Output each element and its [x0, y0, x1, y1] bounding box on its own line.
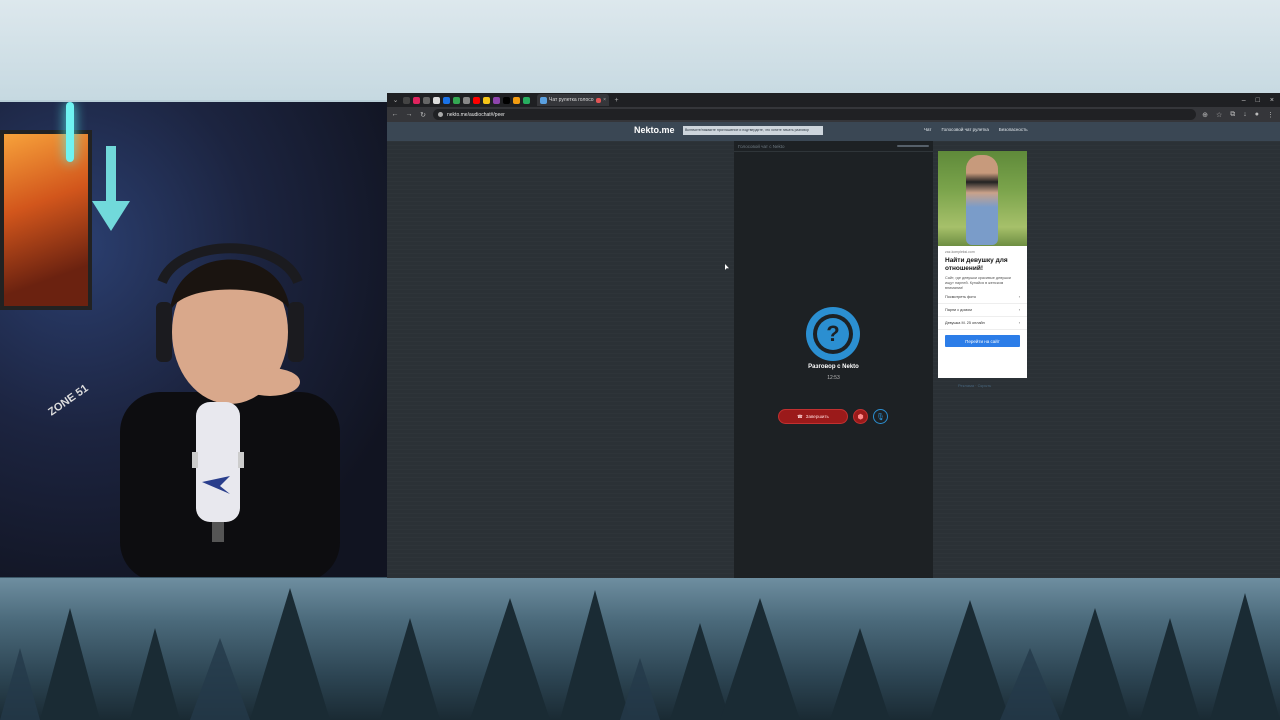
chevron-right-icon: › [1018, 295, 1020, 299]
chevron-right-icon: › [1018, 321, 1020, 325]
pinned-tab[interactable] [483, 96, 490, 104]
chat-header-title: Голосовой чат с Nekto [738, 143, 785, 149]
arrow-light [92, 146, 130, 231]
site-info-icon[interactable] [438, 112, 443, 117]
pinned-tab[interactable] [493, 96, 500, 104]
ad-banner[interactable]: zaz-kompleksi.com Найти девушку для отно… [938, 151, 1027, 378]
avatar-ring: ? [813, 314, 853, 354]
voice-chat-panel: Голосовой чат с Nekto ? Разговор с Nekto… [734, 141, 933, 578]
pinned-tab[interactable] [503, 96, 510, 104]
minimize-button[interactable]: – [1242, 97, 1246, 104]
ad-photo-figure [966, 155, 998, 245]
microphone-icon: 🎙 [876, 413, 885, 421]
nav-chat[interactable]: Чат [924, 127, 931, 132]
menu-icon[interactable]: ⋮ [1267, 111, 1274, 119]
site-nav: Чат Голосовой чат рулетка Безопасность [924, 127, 1280, 132]
ad-description: Сайт, где девушки красивые девушки ищут … [945, 276, 1011, 290]
ad-link-label: Девушка М. 25 онлайн [945, 321, 985, 325]
peer-avatar: ? [806, 307, 860, 361]
url-field[interactable]: nekto.me/audiochat#/peer [433, 109, 1197, 120]
nav-voice-roulette[interactable]: Голосовой чат рулетка [941, 127, 988, 132]
site-logo[interactable]: Nekto.me [634, 125, 675, 135]
ad-link[interactable]: Посмотреть фото › [938, 291, 1027, 304]
background-forest [0, 578, 1280, 720]
pinned-tab[interactable] [433, 96, 440, 104]
call-timer: 12:53 [827, 375, 840, 381]
back-icon[interactable]: ← [391, 111, 399, 118]
browser-window: ⌄ Чат рулетка голосовая... × + – □ × ← →… [387, 93, 1280, 578]
ad-title[interactable]: Найти девушку для отношений! [938, 254, 1027, 273]
end-call-button[interactable]: ☎ Завершить [778, 409, 848, 424]
ad-link[interactable]: Парни с домом › [938, 304, 1027, 317]
pinned-tab[interactable] [463, 96, 470, 104]
toolbar-icons: ⊕ ☆ ⧉ ↓ ● ⋮ [1202, 111, 1276, 119]
pinned-tab[interactable] [413, 96, 420, 104]
tab-list-icon[interactable]: ⌄ [391, 96, 400, 105]
extensions-icon[interactable]: ⧉ [1230, 111, 1235, 119]
header-notice: Включите/нажмите приглашение и подтверди… [683, 126, 823, 135]
ad-link[interactable]: Девушка М. 25 онлайн › [938, 317, 1027, 330]
site-header: Nekto.me Включите/нажмите приглашение и … [387, 122, 1280, 141]
recording-icon [596, 97, 602, 103]
pinned-tab[interactable] [403, 96, 410, 104]
chat-header: Голосовой чат с Nekto [734, 141, 933, 152]
ad-domain: zaz-kompleksi.com [945, 250, 975, 254]
hangup-icon: ☎ [797, 413, 803, 419]
report-button[interactable]: ⬢ [853, 409, 868, 424]
ad-link-label: Парни с домом [945, 308, 972, 312]
downloads-icon[interactable]: ↓ [1243, 111, 1247, 119]
pinned-tab[interactable] [443, 96, 450, 104]
profile-icon[interactable]: ● [1255, 111, 1259, 119]
address-bar: ← → ↻ nekto.me/audiochat#/peer ⊕ ☆ ⧉ ↓ ●… [387, 107, 1280, 122]
pinned-tab[interactable] [523, 96, 530, 104]
pinned-tab[interactable] [423, 96, 430, 104]
close-tab-icon[interactable]: × [603, 97, 606, 103]
reload-icon[interactable]: ↻ [419, 111, 427, 119]
chevron-right-icon: › [1018, 308, 1020, 312]
end-call-label: Завершить [805, 414, 829, 419]
led-strip [66, 102, 74, 162]
page-content: Голосовой чат с Nekto ? Разговор с Nekto… [387, 141, 1280, 578]
microphone [192, 402, 244, 542]
ad-link-label: Посмотреть фото [945, 295, 976, 299]
conversation-title: Разговор с Nekto [808, 364, 859, 370]
ad-footer-text[interactable]: Реклама · Скрыть [958, 383, 991, 388]
new-tab-icon[interactable]: + [612, 96, 621, 105]
forward-icon[interactable]: → [405, 111, 413, 118]
ad-image[interactable] [938, 151, 1027, 246]
question-icon: ? [817, 318, 849, 350]
maximize-button[interactable]: □ [1256, 97, 1260, 104]
fireplace-screen [0, 130, 92, 310]
chair-logo-text: ZONE 51 [46, 382, 91, 419]
bookmark-star-icon[interactable]: ☆ [1216, 111, 1222, 119]
pinned-tab[interactable] [453, 96, 460, 104]
tab-title: Чат рулетка голосовая... [549, 97, 594, 103]
ad-cta-button[interactable]: Перейти на сайт [945, 335, 1020, 347]
tab-bar: ⌄ Чат рулетка голосовая... × + – □ × [387, 93, 1280, 107]
nav-safety[interactable]: Безопасность [999, 127, 1028, 132]
mute-mic-button[interactable]: 🎙 [873, 409, 888, 424]
pinned-tab[interactable] [513, 96, 520, 104]
webcam-overlay: ZONE 51 [0, 102, 388, 577]
install-icon[interactable]: ⊕ [1202, 111, 1208, 119]
background-sky [0, 0, 1280, 100]
tab-active[interactable]: Чат рулетка голосовая... × [537, 94, 609, 106]
shield-icon: ⬢ [857, 413, 864, 421]
volume-slider[interactable] [897, 145, 929, 147]
pinned-tab[interactable] [473, 96, 480, 104]
url-text: nekto.me/audiochat#/peer [447, 111, 505, 118]
close-window-button[interactable]: × [1270, 97, 1274, 104]
window-controls: – □ × [1242, 97, 1280, 104]
tab-favicon-icon [540, 96, 547, 104]
